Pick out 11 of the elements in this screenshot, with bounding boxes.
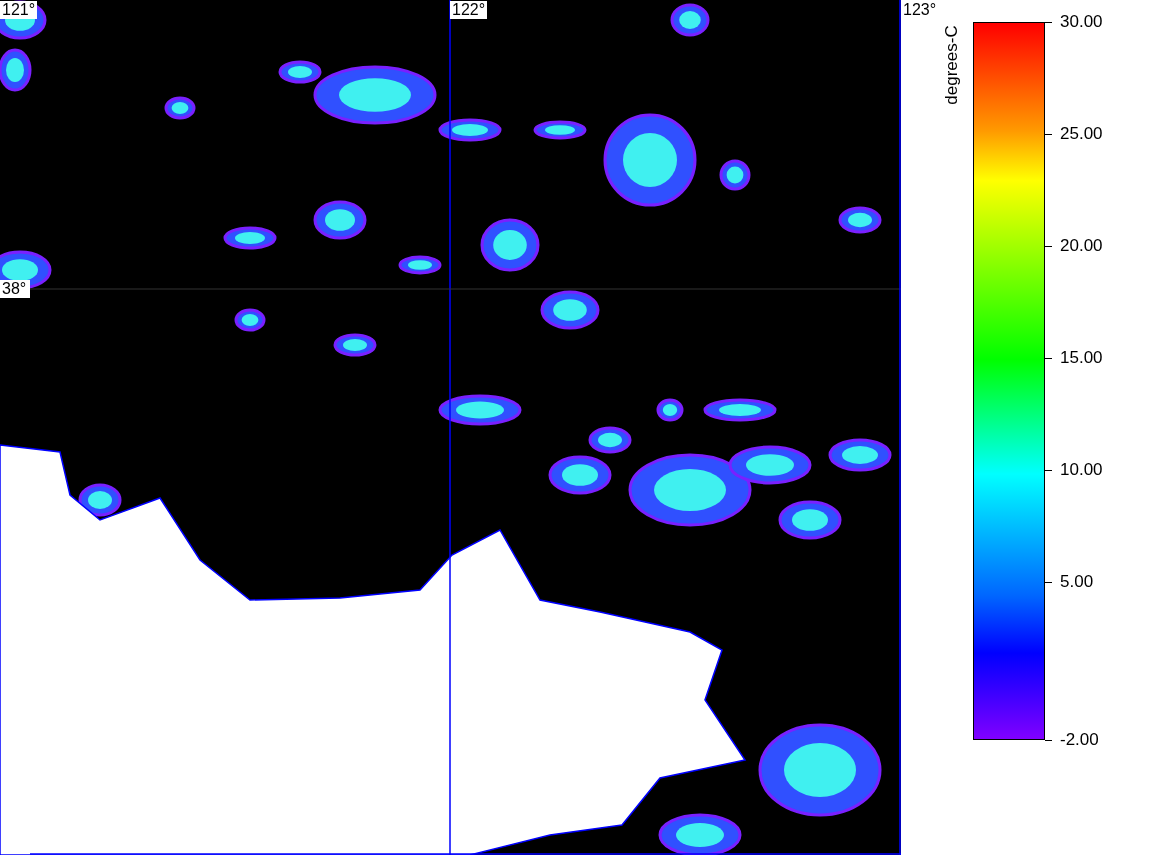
scale-tick-label: 15.00: [1060, 348, 1103, 368]
latitude-label: 38°: [0, 280, 31, 298]
scale-tick-label: 20.00: [1060, 236, 1103, 256]
scale-tick-label: 10.00: [1060, 460, 1103, 480]
scale-tick-label: 30.00: [1060, 12, 1103, 32]
scale-tick-label: 25.00: [1060, 124, 1103, 144]
scale-tick-label: -2.00: [1060, 730, 1099, 750]
longitude-label: 121°: [0, 1, 38, 19]
longitude-label: 122°: [450, 1, 488, 19]
colorbar-title: degrees-C: [941, 25, 962, 105]
scale-tick-label: 5.00: [1060, 572, 1094, 592]
